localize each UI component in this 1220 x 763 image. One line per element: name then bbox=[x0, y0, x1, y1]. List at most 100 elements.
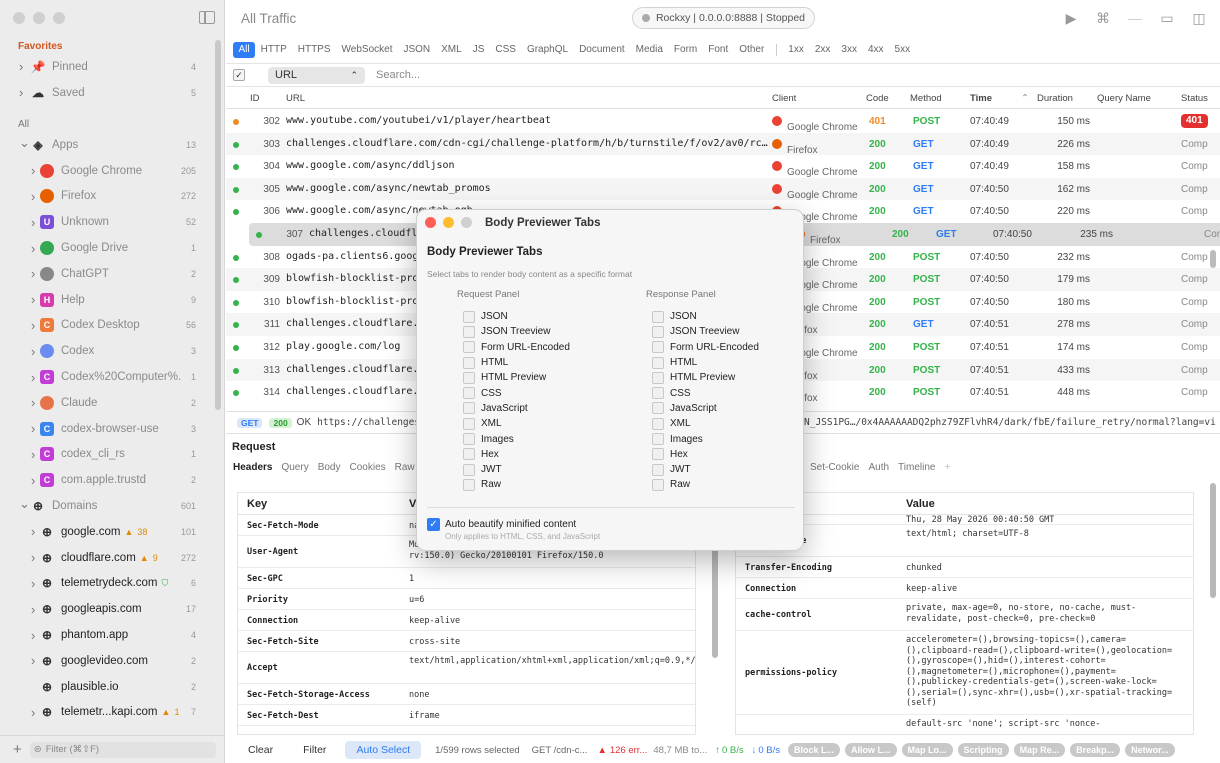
minimize-window-button[interactable] bbox=[33, 12, 45, 24]
header-row[interactable]: default-src 'none'; script-src 'nonce- bbox=[736, 715, 1193, 734]
option-checkbox[interactable] bbox=[463, 371, 475, 384]
response-option[interactable]: JSON Treeview bbox=[652, 324, 759, 339]
col-duration[interactable]: Duration bbox=[1037, 93, 1073, 104]
chevron-right-icon[interactable]: › bbox=[31, 189, 35, 204]
filter-tab-graphql[interactable]: GraphQL bbox=[521, 42, 573, 58]
sidebar-item-app[interactable]: › ChatGPT 2 bbox=[0, 261, 212, 287]
option-checkbox[interactable] bbox=[652, 325, 664, 338]
option-checkbox[interactable] bbox=[463, 402, 475, 415]
filter-tab-https[interactable]: HTTPS bbox=[292, 42, 336, 58]
filter-tab-media[interactable]: Media bbox=[630, 42, 668, 58]
option-checkbox[interactable] bbox=[652, 417, 664, 430]
sidebar-filter-input[interactable]: ⊜ Filter (⌘⇧F) bbox=[29, 741, 216, 758]
filter-tab-other[interactable]: Other bbox=[734, 42, 770, 58]
response-tab-timeline[interactable]: Timeline bbox=[898, 462, 935, 473]
search-field-select[interactable]: URL ⌃ bbox=[268, 66, 365, 84]
request-option[interactable]: JSON bbox=[463, 309, 570, 324]
chevron-right-icon[interactable]: › bbox=[19, 59, 23, 74]
request-option[interactable]: CSS bbox=[463, 385, 570, 400]
option-checkbox[interactable] bbox=[652, 433, 664, 446]
add-icon[interactable]: + bbox=[13, 741, 22, 758]
request-option[interactable]: Hex bbox=[463, 447, 570, 462]
option-checkbox[interactable] bbox=[652, 478, 664, 491]
col-code[interactable]: Code bbox=[866, 93, 889, 104]
request-option[interactable]: JWT bbox=[463, 462, 570, 477]
auto-select-button[interactable]: Auto Select bbox=[345, 741, 422, 759]
filter-tab-document[interactable]: Document bbox=[574, 42, 631, 58]
option-checkbox[interactable] bbox=[463, 341, 475, 354]
request-option[interactable]: Images bbox=[463, 431, 570, 446]
tool-chip[interactable]: Allow L... bbox=[845, 743, 897, 757]
option-checkbox[interactable] bbox=[463, 417, 475, 430]
layout-sidebar-icon[interactable]: ◫ bbox=[1188, 10, 1210, 27]
chevron-right-icon[interactable]: › bbox=[19, 85, 23, 100]
filter-tab-js[interactable]: JS bbox=[467, 42, 490, 58]
filter-tab-form[interactable]: Form bbox=[668, 42, 702, 58]
request-option[interactable]: JSON Treeview bbox=[463, 324, 570, 339]
response-option[interactable]: XML bbox=[652, 416, 759, 431]
auto-beautify-option[interactable]: ✓ Auto beautify minified content bbox=[427, 518, 576, 531]
option-checkbox[interactable] bbox=[463, 463, 475, 476]
chevron-right-icon[interactable]: › bbox=[31, 628, 35, 643]
search-enable-checkbox[interactable]: ✓ bbox=[233, 69, 245, 81]
col-client[interactable]: Client bbox=[772, 93, 796, 104]
request-pane-scrollbar[interactable] bbox=[712, 540, 718, 658]
header-row[interactable]: Priority u=6 bbox=[238, 589, 695, 610]
option-checkbox[interactable] bbox=[652, 402, 664, 415]
chevron-right-icon[interactable]: › bbox=[31, 653, 35, 668]
filter-button[interactable]: Filter bbox=[292, 741, 337, 759]
request-option[interactable]: XML bbox=[463, 416, 570, 431]
sidebar-item-domain[interactable]: › ⊕ telemetrydeck.com ⛉ 6 bbox=[0, 571, 212, 597]
add-tab-icon[interactable]: + bbox=[944, 462, 950, 473]
sidebar-item-domain[interactable]: ⊕ plausible.io 2 bbox=[0, 674, 212, 700]
command-icon[interactable]: ⌘ bbox=[1092, 10, 1114, 27]
option-checkbox[interactable] bbox=[463, 325, 475, 338]
request-option[interactable]: JavaScript bbox=[463, 401, 570, 416]
header-row[interactable]: Sec-Fetch-Site cross-site bbox=[238, 631, 695, 652]
request-option[interactable]: Raw bbox=[463, 477, 570, 492]
sidebar-item-domain[interactable]: › ⊕ telemetr...kapi.com ▲ 1 7 bbox=[0, 700, 212, 726]
status-tab-1xx[interactable]: 1xx bbox=[783, 42, 810, 58]
chevron-right-icon[interactable]: › bbox=[31, 550, 35, 565]
response-tab-auth[interactable]: Auth bbox=[868, 462, 889, 473]
play-icon[interactable]: ▶ bbox=[1060, 10, 1082, 27]
chevron-right-icon[interactable]: › bbox=[31, 292, 35, 307]
sidebar-item-domain[interactable]: › ⊕ googleapis.com 17 bbox=[0, 596, 212, 622]
filter-tab-xml[interactable]: XML bbox=[436, 42, 468, 58]
option-checkbox[interactable] bbox=[652, 371, 664, 384]
sidebar-item-saved[interactable]: › ☁ Saved 5 bbox=[0, 80, 212, 106]
search-input[interactable]: Search... bbox=[376, 69, 420, 81]
option-checkbox[interactable] bbox=[463, 310, 475, 323]
tool-chip[interactable]: Breakp... bbox=[1070, 743, 1121, 757]
header-row[interactable]: permissions-policy accelerometer=(),brows… bbox=[736, 631, 1193, 715]
chevron-right-icon[interactable]: › bbox=[31, 576, 35, 591]
response-option[interactable]: Hex bbox=[652, 447, 759, 462]
chevron-right-icon[interactable]: › bbox=[31, 473, 35, 488]
tool-chip[interactable]: Map Re... bbox=[1013, 743, 1066, 757]
chevron-right-icon[interactable]: › bbox=[31, 395, 35, 410]
sidebar-item-app[interactable]: › Firefox 272 bbox=[0, 184, 212, 210]
table-row[interactable]: 305 www.google.com/async/newtab_promos Goo… bbox=[226, 177, 1220, 201]
option-checkbox[interactable] bbox=[463, 387, 475, 400]
header-row[interactable]: Transfer-Encoding chunked bbox=[736, 557, 1193, 578]
chevron-right-icon[interactable]: › bbox=[31, 447, 35, 462]
chevron-right-icon[interactable]: › bbox=[31, 370, 35, 385]
header-row[interactable]: cache-control private, max-age=0, no-stor… bbox=[736, 599, 1193, 631]
chevron-right-icon[interactable]: › bbox=[31, 318, 35, 333]
table-row[interactable]: 303 challenges.cloudflare.com/cdn-cgi/cha… bbox=[226, 132, 1220, 156]
response-option[interactable]: Form URL-Encoded bbox=[652, 340, 759, 355]
chevron-right-icon[interactable]: › bbox=[31, 705, 35, 720]
table-scrollbar[interactable] bbox=[1210, 250, 1216, 268]
option-checkbox[interactable] bbox=[652, 310, 664, 323]
header-row[interactable]: Content-Typetext/html; charset=UTF-8 bbox=[736, 525, 1193, 557]
filter-tab-websocket[interactable]: WebSocket bbox=[336, 42, 398, 58]
request-option[interactable]: Form URL-Encoded bbox=[463, 340, 570, 355]
dialog-close-button[interactable] bbox=[425, 217, 436, 228]
sidebar-group-domains[interactable]: ⌄ ⊕ Domains 601 bbox=[0, 493, 212, 519]
status-tab-4xx[interactable]: 4xx bbox=[862, 42, 889, 58]
header-row[interactable]: Sec-Fetch-Dest iframe bbox=[238, 705, 695, 726]
sidebar-item-app[interactable]: › Claude 2 bbox=[0, 390, 212, 416]
response-option[interactable]: JavaScript bbox=[652, 401, 759, 416]
sidebar-item-app[interactable]: › Ccom.apple.trustd 2 bbox=[0, 467, 212, 493]
status-tab-2xx[interactable]: 2xx bbox=[809, 42, 836, 58]
